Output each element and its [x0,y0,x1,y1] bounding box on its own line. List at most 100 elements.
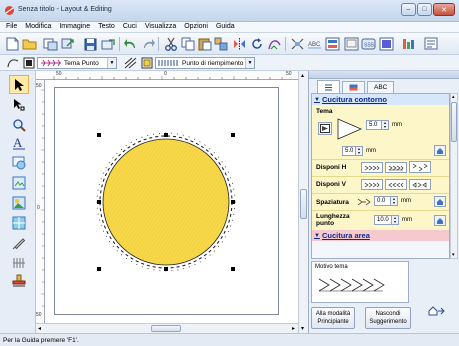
spin-arrows-icon[interactable]: ▴ ▾ [381,120,389,130]
pattern-icon[interactable] [9,213,29,232]
lunghezza-input[interactable]: 10.0 ▴ ▾ [374,215,399,225]
arrange-h-option-1[interactable] [361,162,383,173]
lunghezza-value: 10.0 [377,217,389,223]
menu-visualizza[interactable]: Visualizza [141,22,180,32]
photo-stitch-icon[interactable] [9,193,29,212]
section-outline-header[interactable]: ▼ Cucitura contorno [312,94,449,105]
open-folder-icon[interactable] [21,36,38,52]
stitch-grid-icon[interactable] [9,253,29,272]
point-edit-icon[interactable] [9,95,29,114]
stamp-icon[interactable] [9,271,29,290]
menu-guida[interactable]: Guida [212,22,239,32]
menu-opzioni[interactable]: Opzioni [180,22,212,32]
group-icon[interactable] [213,36,230,52]
spin-arrows-icon[interactable]: ▴ ▾ [390,196,398,206]
line-color-icon[interactable] [20,55,37,70]
ruler-label: 50 [36,312,42,318]
line-sew-icon[interactable] [4,55,21,70]
import-design-icon[interactable] [9,173,29,192]
motif-size-input[interactable]: 5.0 ▴ ▾ [366,120,389,130]
fill-stitch-select[interactable]: Punto di riempimento ▼ [155,57,255,69]
region-sew-icon[interactable] [122,55,139,70]
copy-icon[interactable] [179,36,196,52]
arrange-v-option-3[interactable] [409,179,431,190]
scroll-right-icon[interactable]: ▸ [292,325,295,332]
scroll-left-icon[interactable]: ◂ [38,325,41,332]
panel-scrollbar[interactable]: ▴ ▾ [450,93,458,259]
zoom-icon[interactable] [9,115,29,134]
apply-button[interactable] [434,145,446,156]
scroll-thumb[interactable] [451,102,457,142]
arrange-v-option-1[interactable] [361,179,383,190]
beginner-mode-button[interactable]: Alla modalità Principiante [311,307,355,329]
text-icon[interactable]: A [9,133,29,152]
card-info-icon[interactable]: SSS [360,36,377,52]
menu-modifica[interactable]: Modifica [21,22,55,32]
spaziatura-input[interactable]: 0.0 ▴ ▾ [374,196,398,206]
paste-icon[interactable] [196,36,213,52]
horizontal-scrollbar[interactable]: ◂ ▸ [36,323,298,333]
tab-text[interactable]: ABC [367,81,395,93]
properties-icon[interactable] [423,36,440,52]
apply-all-button[interactable] [427,305,445,317]
minimize-button[interactable]: – [401,3,416,16]
scroll-thumb[interactable] [300,189,307,219]
apply-button[interactable] [434,196,446,207]
menu-cuci[interactable]: Cuci [119,22,141,32]
shape-icon[interactable] [9,153,29,172]
line-stitch-select[interactable]: Tema Punto ▼ [37,57,117,69]
thread-color-icon[interactable] [324,36,341,52]
new-file-icon[interactable] [4,36,21,52]
menu-file[interactable]: File [2,22,21,32]
embroidery-circle[interactable] [45,80,298,323]
mirror-icon[interactable] [231,36,248,52]
arrange-h-option-3[interactable] [409,161,431,173]
stitch-tool-icon[interactable] [266,36,283,52]
vertical-ruler: 50 0 50 [36,80,45,323]
cut-icon[interactable] [162,36,179,52]
arrange-v-option-2[interactable] [385,179,407,190]
motif-spacing-input[interactable]: 5.0 ▴ ▾ [342,146,363,156]
scroll-up-icon[interactable]: ▴ [301,72,304,79]
stitch-simulator-icon[interactable] [400,36,417,52]
undo-icon[interactable] [122,36,139,52]
motif-select-button[interactable] [318,122,332,135]
brush-icon[interactable] [9,233,29,252]
tema-label: Tema [316,108,333,115]
tab-sewing-attributes[interactable] [317,80,340,93]
region-color-icon[interactable] [138,55,155,70]
font-abc-icon[interactable]: ABC [306,36,323,52]
write-card-icon[interactable] [100,36,117,52]
spin-arrows-icon[interactable]: ▴ ▾ [355,146,363,156]
save-icon[interactable] [82,36,99,52]
scroll-up-icon[interactable]: ▴ [452,94,455,100]
tab-color[interactable] [342,81,365,93]
import-icon[interactable] [42,36,59,52]
arrange-h-option-2[interactable] [385,162,407,173]
menu-testo[interactable]: Testo [94,22,119,32]
design-page-icon[interactable] [343,36,360,52]
rotate-icon[interactable] [248,36,265,52]
svg-text:SSS: SSS [364,43,375,49]
hide-hint-button[interactable]: Nascondi Suggerimento [365,307,411,329]
close-button[interactable]: ✕ [433,3,455,16]
spin-arrows-icon[interactable]: ▴ ▾ [391,215,399,225]
scroll-down-icon[interactable]: ▾ [452,252,455,258]
chevron-down-icon[interactable]: ▼ [107,58,116,68]
preview-icon[interactable] [378,36,395,52]
scroll-thumb[interactable] [151,325,181,332]
design-canvas[interactable] [45,80,298,323]
maximize-button[interactable]: □ [417,3,432,16]
status-bar: Per la Guida premere 'F1'. [0,333,459,346]
redo-icon[interactable] [140,36,157,52]
export-icon[interactable] [60,36,77,52]
chevron-down-icon[interactable]: ▼ [245,58,254,68]
menu-immagine[interactable]: Immagine [55,22,94,32]
select-arrow-icon[interactable] [9,75,29,94]
motif-strip-icon [318,278,385,292]
vertical-scrollbar[interactable]: ▴ ▾ [298,71,308,333]
apply-button[interactable] [434,215,446,226]
align-icon[interactable] [289,36,306,52]
scroll-down-icon[interactable]: ▾ [301,325,304,332]
section-area-header[interactable]: ▼ Cucitura area [312,230,449,241]
